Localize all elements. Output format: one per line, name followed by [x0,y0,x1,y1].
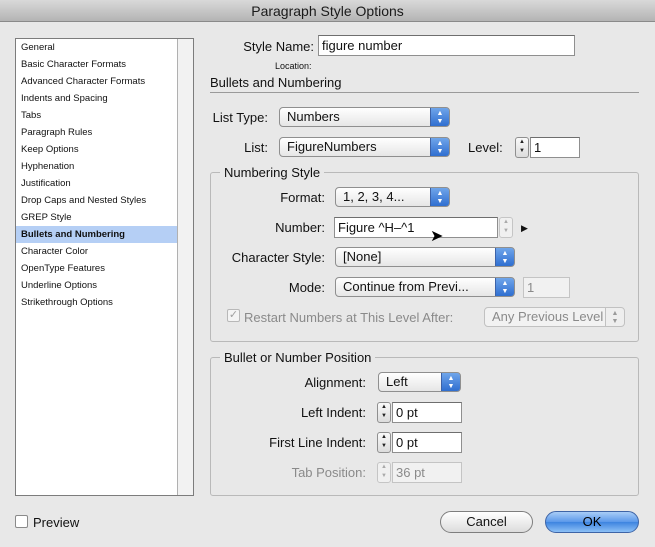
left-indent-stepper[interactable]: ▲ ▼ [377,402,391,423]
insert-special-menu-icon[interactable]: ▶ [521,220,528,236]
mode-value: Continue from Previ... [343,279,469,294]
tab-position-stepper[interactable]: ▲ ▼ [377,462,391,483]
sidebar-item-general[interactable]: General [16,39,178,56]
preview-checkbox[interactable] [15,515,28,528]
sidebar-item-paragraph-rules[interactable]: Paragraph Rules [16,124,178,141]
sidebar-item-advanced-character-formats[interactable]: Advanced Character Formats [16,73,178,90]
sidebar-item-keep-options[interactable]: Keep Options [16,141,178,158]
list-type-popup[interactable]: Numbers ▲ ▼ [279,107,450,127]
level-label: Level: [468,140,503,155]
level-field[interactable]: 1 [530,137,580,158]
sidebar-item-indents-and-spacing[interactable]: Indents and Spacing [16,90,178,107]
sidebar-item-hyphenation[interactable]: Hyphenation [16,158,178,175]
character-style-popup[interactable]: [None] ▲ ▼ [335,247,515,267]
character-style-value: [None] [343,249,382,264]
section-title: Bullets and Numbering [210,75,342,90]
list-type-value: Numbers [287,109,340,124]
chevron-updown-icon: ▲ ▼ [430,108,449,126]
restart-numbers-checkbox[interactable]: ✓ [227,309,240,322]
tab-position-field[interactable]: 36 pt [392,462,462,483]
list-value: FigureNumbers [287,139,377,154]
number-field-dropdown[interactable]: ▲ ▼ [499,217,513,238]
list-type-label: List Type: [212,110,268,125]
format-label: Format: [280,190,325,205]
chevron-updown-icon: ▲ ▼ [495,248,514,266]
preview-label: Preview [33,515,80,530]
alignment-label: Alignment: [304,375,366,390]
list-popup[interactable]: FigureNumbers ▲ ▼ [279,137,450,157]
character-style-label: Character Style: [231,250,325,265]
category-list-scrollbar[interactable] [177,39,193,495]
number-label: Number: [275,220,325,235]
mode-start-field[interactable]: 1 [523,277,570,298]
category-list-items: General Basic Character Formats Advanced C… [16,39,178,495]
first-line-indent-stepper[interactable]: ▲ ▼ [377,432,391,453]
sidebar-item-basic-character-formats[interactable]: Basic Character Formats [16,56,178,73]
alignment-popup[interactable]: Left ▲ ▼ [378,372,461,392]
number-field[interactable]: Figure ^H–^1 [334,217,498,238]
alignment-value: Left [386,374,408,389]
sidebar-item-bullets-and-numbering[interactable]: Bullets and Numbering [16,226,178,243]
numbering-style-title: Numbering Style [220,165,325,181]
mode-label: Mode: [288,280,325,295]
tab-position-label: Tab Position: [291,465,366,480]
sidebar-item-grep-style[interactable]: GREP Style [16,209,178,226]
style-name-field[interactable]: figure number [318,35,575,56]
list-label: List: [244,140,268,155]
chevron-updown-icon: ▲ ▼ [430,138,449,156]
cancel-button[interactable]: Cancel [440,511,533,533]
left-indent-field[interactable]: 0 pt [392,402,462,423]
mouse-pointer-icon: ➤ [430,228,444,245]
chevron-updown-icon: ▲ ▼ [495,278,514,296]
chevron-updown-icon: ▲ ▼ [605,308,624,326]
style-name-label: Style Name: [243,39,314,54]
chevron-updown-icon: ▲ ▼ [430,188,449,206]
sidebar-item-opentype-features[interactable]: OpenType Features [16,260,178,277]
ok-button[interactable]: OK [545,511,639,533]
left-indent-label: Left Indent: [300,405,366,420]
restart-level-value: Any Previous Level [492,309,604,324]
location-label: Location: [275,61,312,71]
format-value: 1, 2, 3, 4... [343,189,405,204]
chevron-updown-icon: ▲ ▼ [441,373,460,391]
first-line-indent-field[interactable]: 0 pt [392,432,462,453]
sidebar-item-drop-caps-and-nested-styles[interactable]: Drop Caps and Nested Styles [16,192,178,209]
level-stepper[interactable]: ▲ ▼ [515,137,529,158]
mode-popup[interactable]: Continue from Previ... ▲ ▼ [335,277,515,297]
format-popup[interactable]: 1, 2, 3, 4... ▲ ▼ [335,187,450,207]
first-line-indent-label: First Line Indent: [269,435,366,450]
sidebar-item-character-color[interactable]: Character Color [16,243,178,260]
restart-level-popup[interactable]: Any Previous Level ▲ ▼ [484,307,625,327]
sidebar-item-justification[interactable]: Justification [16,175,178,192]
sidebar-item-strikethrough-options[interactable]: Strikethrough Options [16,294,178,311]
restart-numbers-label: Restart Numbers at This Level After: [244,310,454,325]
section-divider [210,92,639,93]
sidebar-item-underline-options[interactable]: Underline Options [16,277,178,294]
category-list[interactable]: General Basic Character Formats Advanced C… [15,38,194,496]
position-title: Bullet or Number Position [220,350,376,366]
sidebar-item-tabs[interactable]: Tabs [16,107,178,124]
window-title: Paragraph Style Options [251,3,404,19]
window-title-bar: Paragraph Style Options [0,0,655,22]
